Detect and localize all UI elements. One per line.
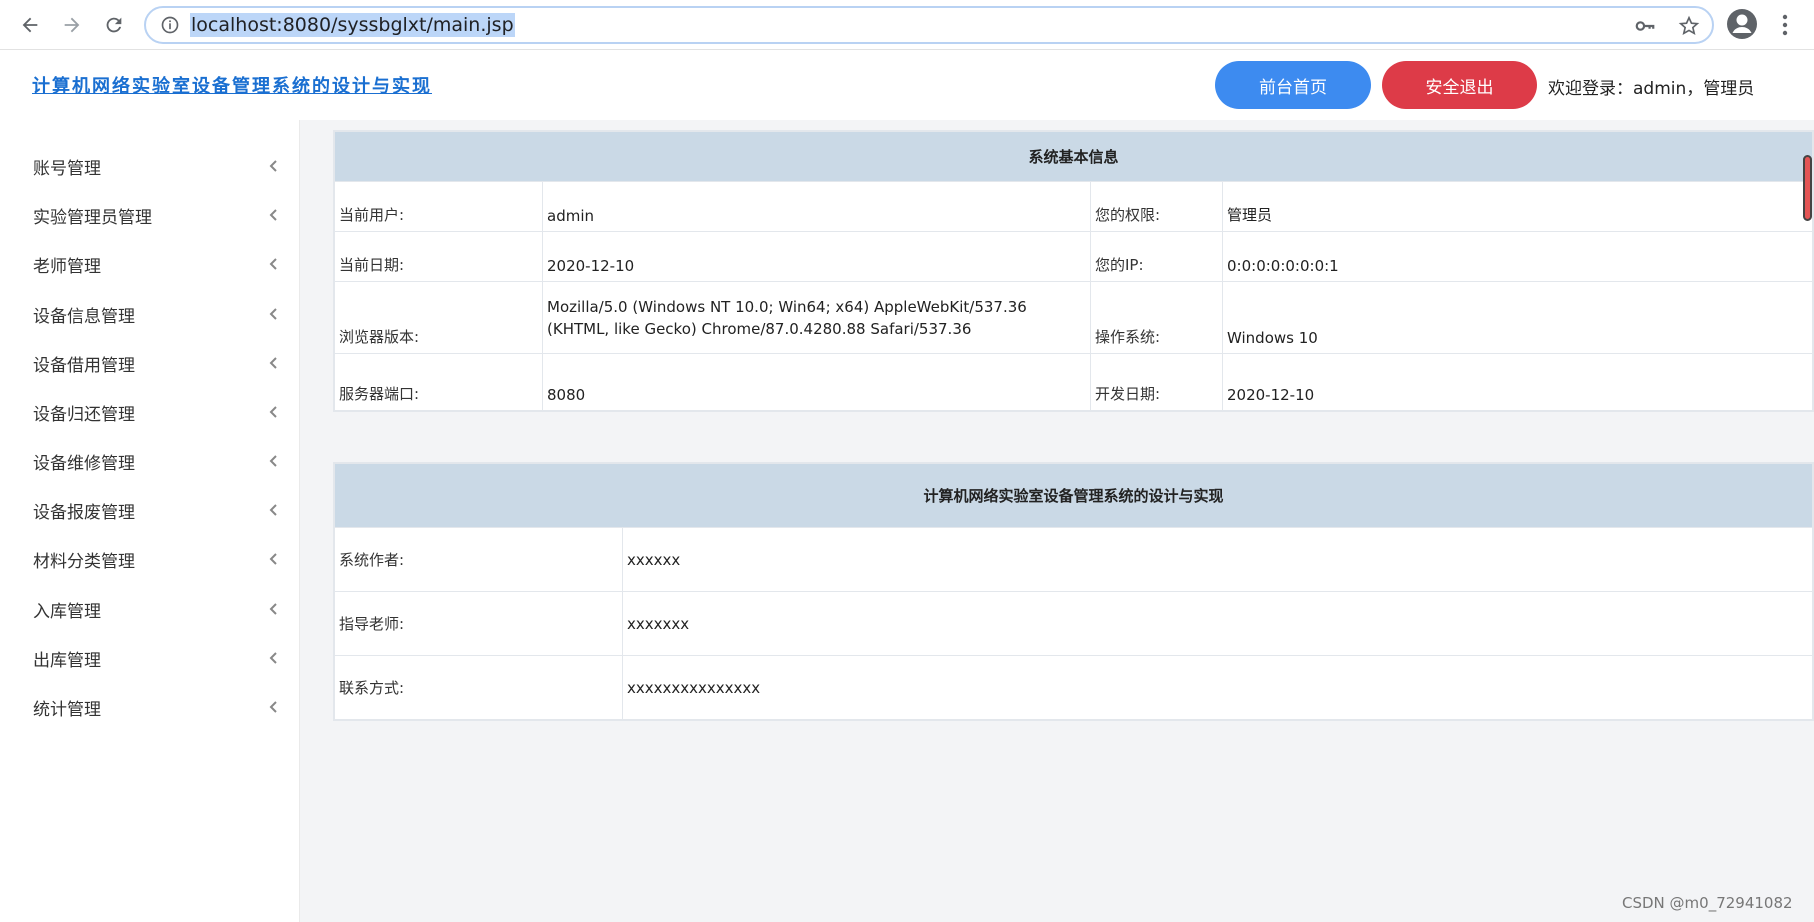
sidebar-item-label: 入库管理 — [33, 601, 101, 622]
sidebar-item-label: 老师管理 — [33, 256, 101, 277]
chevron-left-icon — [269, 553, 277, 565]
profile-icon[interactable] — [1726, 8, 1758, 40]
star-icon[interactable] — [1678, 15, 1700, 37]
browser-version-label: 浏览器版本: — [334, 281, 543, 354]
front-home-button[interactable]: 前台首页 — [1215, 61, 1371, 109]
welcome-text: 欢迎登录：admin，管理员 — [1548, 79, 1755, 99]
sidebar-item-label: 设备归还管理 — [33, 404, 135, 425]
sidebar-item-label: 设备信息管理 — [33, 306, 135, 327]
sidebar-item-label: 设备借用管理 — [33, 355, 135, 376]
ip-label: 您的IP: — [1090, 231, 1223, 282]
logout-button[interactable]: 安全退出 — [1382, 61, 1537, 109]
sidebar-item-device-return[interactable]: 设备归还管理 — [0, 392, 300, 432]
permission-label: 您的权限: — [1090, 181, 1223, 232]
sidebar-item-label: 实验管理员管理 — [33, 207, 152, 228]
back-arrow-icon[interactable] — [10, 5, 50, 45]
project-info-table: 计算机网络实验室设备管理系统的设计与实现 系统作者: xxxxxx 指导老师: … — [334, 463, 1813, 720]
main-content: 系统基本信息 当前用户: admin 您的权限: 管理员 当前日期: 2020-… — [300, 120, 1814, 922]
contact-value: xxxxxxxxxxxxxxx — [622, 655, 1813, 720]
system-info-table: 系统基本信息 当前用户: admin 您的权限: 管理员 当前日期: 2020-… — [334, 131, 1813, 411]
key-icon[interactable] — [1634, 15, 1656, 37]
address-bar[interactable]: localhost:8080/syssbglxt/main.jsp — [144, 6, 1714, 44]
project-info-panel: 计算机网络实验室设备管理系统的设计与实现 系统作者: xxxxxx 指导老师: … — [333, 462, 1814, 721]
server-port-value: 8080 — [542, 353, 1091, 411]
chevron-left-icon — [269, 308, 277, 320]
browser-version-line-1: Mozilla/5.0 (Windows NT 10.0; Win64; x64… — [547, 297, 1027, 316]
reload-icon[interactable] — [94, 5, 134, 45]
sidebar-item-label: 出库管理 — [33, 650, 101, 671]
app-header: 计算机网络实验室设备管理系统的设计与实现 前台首页 安全退出 欢迎登录：admi… — [0, 50, 1814, 120]
sidebar-item-label: 设备维修管理 — [33, 453, 135, 474]
browser-version-line-2: (KHTML, like Gecko) Chrome/87.0.4280.88 … — [547, 319, 972, 338]
chevron-left-icon — [269, 209, 277, 221]
chevron-left-icon — [269, 258, 277, 270]
info-icon[interactable] — [160, 15, 180, 35]
scrollbar-thumb[interactable] — [1803, 155, 1812, 221]
sidebar-item-label: 账号管理 — [33, 158, 101, 179]
chevron-left-icon — [269, 652, 277, 664]
sidebar-item-statistics[interactable]: 统计管理 — [0, 687, 300, 727]
author-label: 系统作者: — [334, 527, 623, 592]
browser-toolbar: localhost:8080/syssbglxt/main.jsp — [0, 0, 1814, 50]
server-port-label: 服务器端口: — [334, 353, 543, 411]
current-date-label: 当前日期: — [334, 231, 543, 282]
chevron-left-icon — [269, 160, 277, 172]
sidebar-item-label: 材料分类管理 — [33, 551, 135, 572]
watermark: CSDN @m0_72941082 — [1622, 894, 1793, 912]
sidebar-item-label: 统计管理 — [33, 699, 101, 720]
menu-dots-icon[interactable] — [1775, 10, 1795, 40]
chevron-left-icon — [269, 357, 277, 369]
chevron-left-icon — [269, 701, 277, 713]
sidebar-item-teacher[interactable]: 老师管理 — [0, 244, 300, 284]
sidebar-item-account[interactable]: 账号管理 — [0, 146, 300, 186]
system-info-title: 系统基本信息 — [334, 131, 1813, 182]
browser-version-value: Mozilla/5.0 (Windows NT 10.0; Win64; x64… — [542, 281, 1091, 354]
sidebar-item-stock-in[interactable]: 入库管理 — [0, 589, 300, 629]
contact-label: 联系方式: — [334, 655, 623, 720]
app-title-link[interactable]: 计算机网络实验室设备管理系统的设计与实现 — [32, 72, 432, 98]
sidebar-item-device-scrap[interactable]: 设备报废管理 — [0, 490, 300, 530]
permission-value: 管理员 — [1222, 181, 1813, 232]
advisor-label: 指导老师: — [334, 591, 623, 656]
dev-date-value: 2020-12-10 — [1222, 353, 1813, 411]
current-user-value: admin — [542, 181, 1091, 232]
author-value: xxxxxx — [622, 527, 1813, 592]
chevron-left-icon — [269, 406, 277, 418]
chevron-left-icon — [269, 504, 277, 516]
sidebar-item-material-category[interactable]: 材料分类管理 — [0, 539, 300, 579]
sidebar-item-stock-out[interactable]: 出库管理 — [0, 638, 300, 678]
url-text[interactable]: localhost:8080/syssbglxt/main.jsp — [190, 13, 515, 37]
sidebar: 账号管理 实验管理员管理 老师管理 设备信息管理 设备借用管理 设备归还管理 设… — [0, 120, 300, 922]
chevron-left-icon — [269, 455, 277, 467]
chevron-left-icon — [269, 603, 277, 615]
sidebar-item-device-info[interactable]: 设备信息管理 — [0, 294, 300, 334]
sidebar-item-device-repair[interactable]: 设备维修管理 — [0, 441, 300, 481]
forward-arrow-icon[interactable] — [52, 5, 92, 45]
os-label: 操作系统: — [1090, 281, 1223, 354]
sidebar-item-lab-admin[interactable]: 实验管理员管理 — [0, 195, 300, 235]
dev-date-label: 开发日期: — [1090, 353, 1223, 411]
project-info-title: 计算机网络实验室设备管理系统的设计与实现 — [334, 463, 1813, 528]
current-user-label: 当前用户: — [334, 181, 543, 232]
ip-value: 0:0:0:0:0:0:0:1 — [1222, 231, 1813, 282]
os-value: Windows 10 — [1222, 281, 1813, 354]
sidebar-item-label: 设备报废管理 — [33, 502, 135, 523]
current-date-value: 2020-12-10 — [542, 231, 1091, 282]
sidebar-item-device-borrow[interactable]: 设备借用管理 — [0, 343, 300, 383]
system-info-panel: 系统基本信息 当前用户: admin 您的权限: 管理员 当前日期: 2020-… — [333, 130, 1814, 412]
advisor-value: xxxxxxx — [622, 591, 1813, 656]
